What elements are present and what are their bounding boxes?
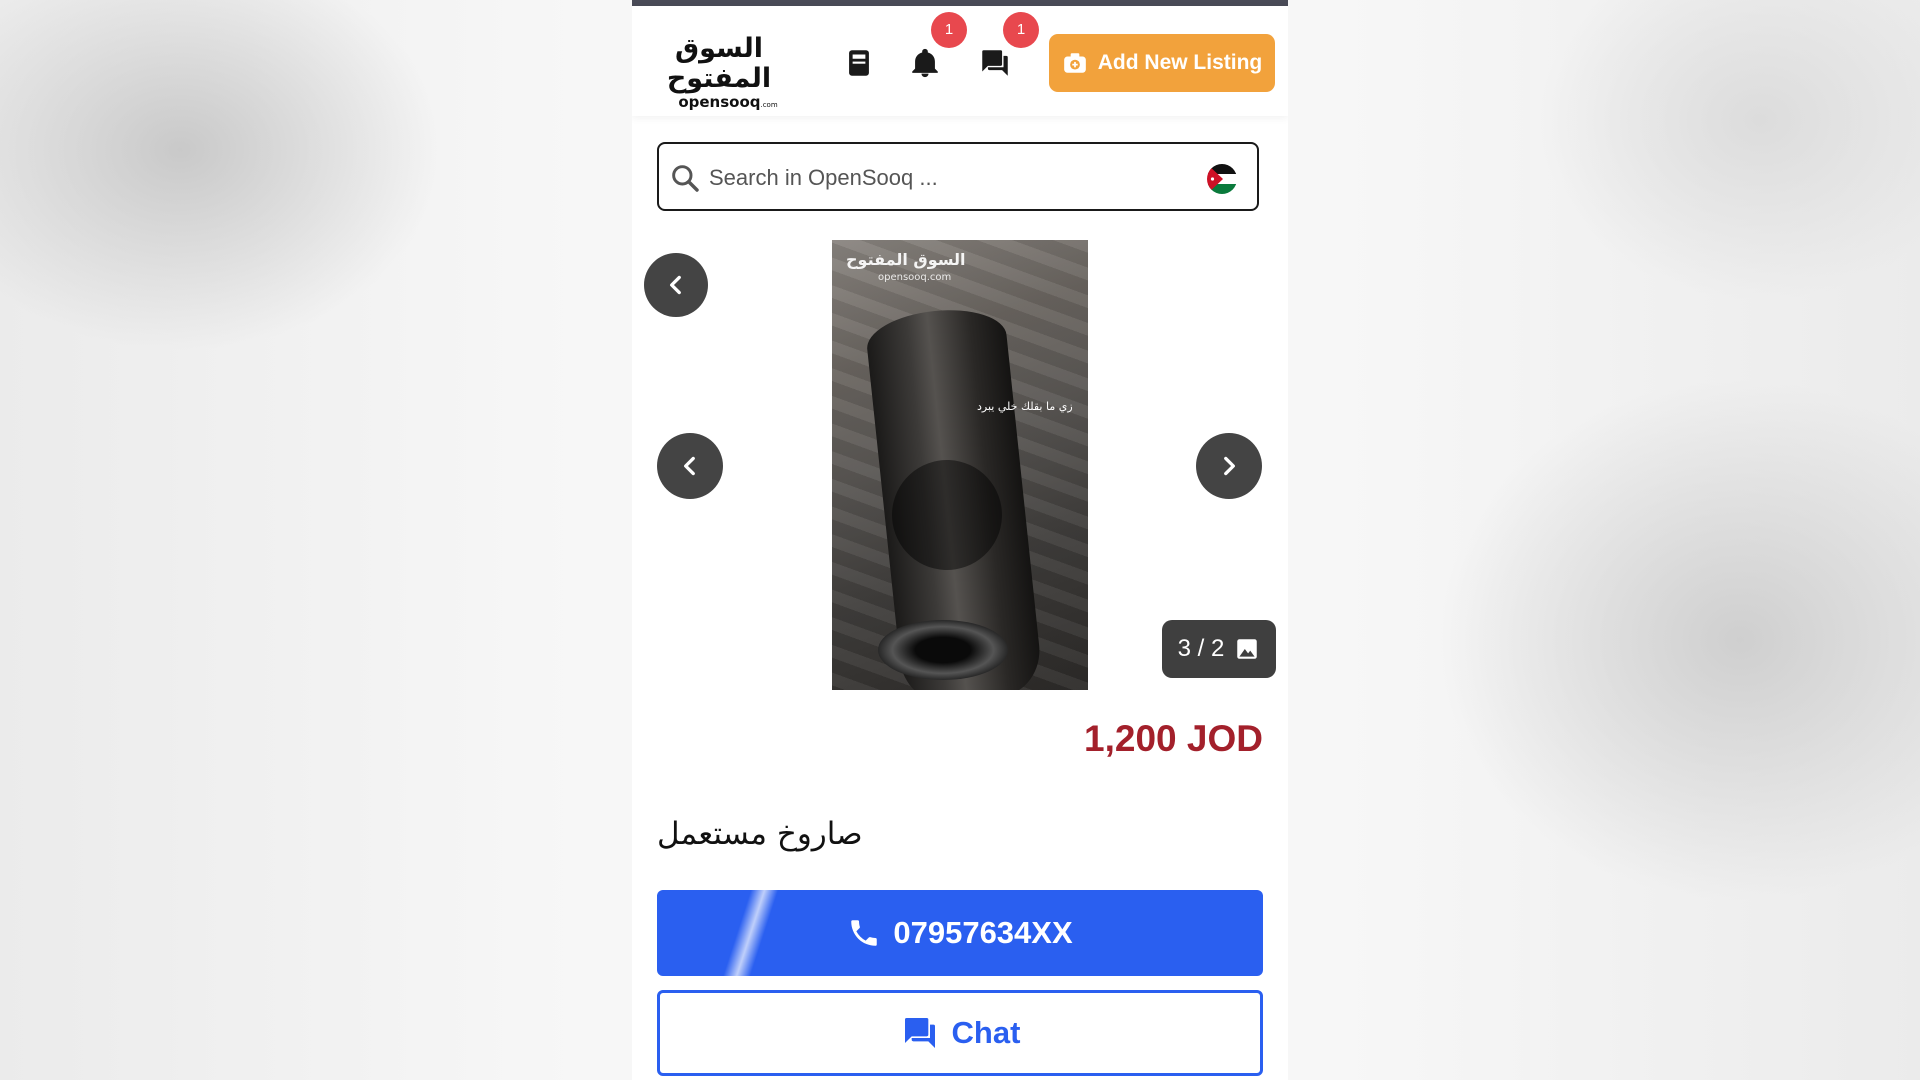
add-new-listing-button[interactable]: Add New Listing (1049, 34, 1275, 92)
chat-icon (904, 1018, 935, 1048)
notifications-badge: 1 (931, 12, 967, 48)
previous-photo-button[interactable] (657, 433, 723, 499)
chat-button[interactable]: Chat (657, 990, 1263, 1076)
notifications-bell-icon[interactable] (908, 46, 942, 80)
chat-label: Chat (951, 1015, 1021, 1050)
image-icon (1237, 639, 1258, 659)
search-icon (672, 165, 699, 192)
add-new-listing-label: Add New Listing (1097, 51, 1263, 74)
listing-title: صاروخ مستعمل (657, 816, 863, 852)
site-header: السوق المفتوح opensooq.com 1 1 Add New L… (632, 6, 1288, 116)
mobile-page: السوق المفتوح opensooq.com 1 1 Add New L… (632, 0, 1288, 1080)
messages-badge: 1 (1003, 12, 1039, 48)
button-shine (720, 890, 780, 976)
phone-number: 07957634XX (893, 915, 1073, 950)
call-seller-button[interactable]: 07957634XX (657, 890, 1263, 976)
photo-counter[interactable]: 3 / 2 (1162, 620, 1276, 678)
back-button[interactable] (644, 253, 708, 317)
opensooq-logo[interactable]: السوق المفتوح opensooq.com (644, 34, 794, 111)
next-photo-button[interactable] (1196, 433, 1262, 499)
logo-latin-text: opensooq (678, 93, 761, 111)
search-bar (657, 142, 1259, 211)
photo-caption: زي ما بقلك خلي يبرد (977, 400, 1073, 413)
logo-latin: opensooq.com (662, 94, 794, 113)
chevron-left-icon (684, 456, 695, 476)
logo-suffix: .com (760, 101, 778, 109)
jordan-flag-icon[interactable] (1207, 164, 1237, 194)
chevron-left-icon (670, 275, 681, 295)
messages-icon[interactable] (978, 46, 1012, 80)
chevron-right-icon (1224, 456, 1235, 476)
photo-nozzle (878, 620, 1008, 680)
photo-watermark-latin: opensooq.com (878, 272, 952, 283)
logo-arabic: السوق المفتوح (666, 33, 772, 94)
photo-counter-text: 3 / 2 (1177, 635, 1225, 662)
listing-photo[interactable]: السوق المفتوح opensooq.com زي ما بقلك خل… (832, 240, 1088, 690)
photo-gallery: السوق المفتوح opensooq.com زي ما بقلك خل… (632, 240, 1288, 690)
phone-icon (851, 920, 878, 946)
camera-plus-icon (1063, 53, 1086, 73)
saved-listings-icon[interactable] (842, 46, 876, 80)
listing-price: 1,200 JOD (1084, 718, 1263, 759)
photo-watermark-arabic: السوق المفتوح (846, 250, 966, 269)
search-input[interactable] (707, 158, 1181, 198)
